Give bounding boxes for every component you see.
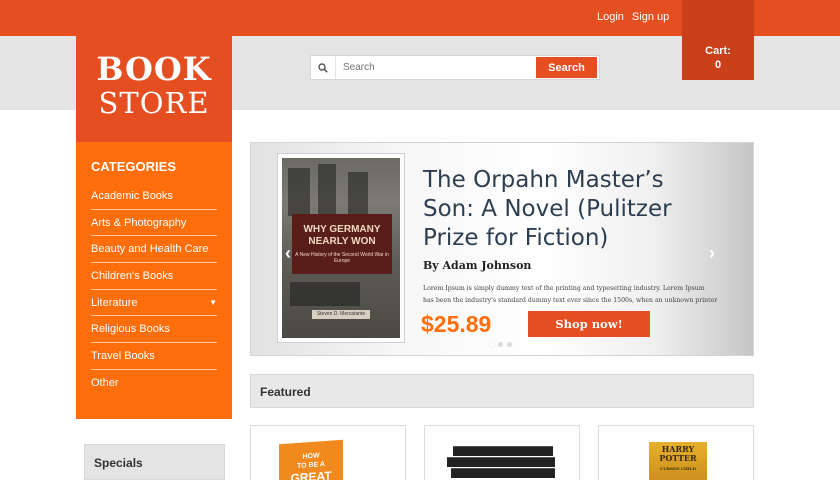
categories-list: Academic Books Arts & Photography Beauty… <box>91 183 217 397</box>
category-other[interactable]: Other <box>91 370 217 397</box>
cover-author: Steven D. Mercatante <box>312 310 370 319</box>
cover-photo-tank <box>290 282 360 306</box>
specials-heading: Specials <box>84 444 225 480</box>
categories-panel: CATEGORIES Academic Books Arts & Photogr… <box>76 142 232 419</box>
slider-book-title[interactable]: The Orpahn Master’s Son: A Novel (Pulitz… <box>423 166 703 253</box>
cover-photo-figure <box>348 172 368 214</box>
search-input[interactable] <box>336 56 536 79</box>
product-image: HARRY POTTER CURSED CHILD <box>649 442 707 480</box>
slider-book-description: Lorem Ipsum is simply dummy text of the … <box>423 285 718 304</box>
cart-label: Cart: <box>705 45 731 57</box>
category-religious-books[interactable]: Religious Books <box>91 316 217 344</box>
book-stack-layer <box>453 446 553 456</box>
chevron-down-icon[interactable]: ▼ <box>209 290 217 316</box>
logo-line-2: STORE <box>98 86 210 120</box>
featured-product-card[interactable] <box>424 425 580 480</box>
book-stack-layer <box>447 457 555 467</box>
cover-title: WHY GERMANY NEARLY WON <box>303 224 381 247</box>
featured-product-card[interactable]: HOW TO BE A GREAT <box>250 425 406 480</box>
search-icon <box>311 56 336 79</box>
category-arts-photography[interactable]: Arts & Photography <box>91 210 217 237</box>
search-button[interactable]: Search <box>536 57 597 78</box>
category-literature[interactable]: Literature ▼ <box>91 290 217 317</box>
product-image: HOW TO BE A GREAT <box>279 439 343 480</box>
cart-count: 0 <box>714 59 722 71</box>
slider-pagination <box>489 342 512 347</box>
slider-next-arrow-icon[interactable]: › <box>709 243 715 264</box>
featured-heading: Featured <box>250 374 754 408</box>
shop-now-button[interactable]: Shop now! <box>528 311 650 337</box>
book-cover: WHY GERMANY NEARLY WON A New History of t… <box>282 158 400 338</box>
cover-title-band: WHY GERMANY NEARLY WON A New History of t… <box>292 214 392 274</box>
featured-product-card[interactable]: HARRY POTTER CURSED CHILD <box>598 425 754 480</box>
category-childrens-books[interactable]: Children's Books <box>91 263 217 290</box>
slider-dot[interactable] <box>489 342 494 347</box>
slider-dot[interactable] <box>498 342 503 347</box>
slider-dot[interactable] <box>507 342 512 347</box>
category-academic-books[interactable]: Academic Books <box>91 183 217 210</box>
slider-price: $25.89 <box>421 311 492 337</box>
login-link[interactable]: Login <box>597 11 624 23</box>
signup-link[interactable]: Sign up <box>632 11 669 23</box>
cover-subtitle: A New History of the Second World War in… <box>295 252 389 264</box>
book-stack-layer <box>451 468 555 478</box>
slider-book-image[interactable]: WHY GERMANY NEARLY WON A New History of t… <box>277 153 405 343</box>
categories-title: CATEGORIES <box>91 159 176 174</box>
store-logo[interactable]: BOOK STORE <box>76 36 232 142</box>
cover-photo-figure <box>288 168 310 216</box>
search-bar: Search <box>310 55 600 80</box>
category-travel-books[interactable]: Travel Books <box>91 343 217 370</box>
cart-button[interactable]: Cart: 0 <box>682 0 754 80</box>
slider-prev-arrow-icon[interactable]: ‹ <box>285 243 291 264</box>
account-links: Login Sign up <box>597 11 669 23</box>
logo-line-1: BOOK <box>96 50 212 88</box>
category-beauty-health[interactable]: Beauty and Health Care <box>91 236 217 264</box>
hero-slider: WHY GERMANY NEARLY WON A New History of t… <box>250 142 754 356</box>
cover-photo-figure <box>318 164 336 214</box>
slider-book-author: By Adam Johnson <box>423 259 532 272</box>
